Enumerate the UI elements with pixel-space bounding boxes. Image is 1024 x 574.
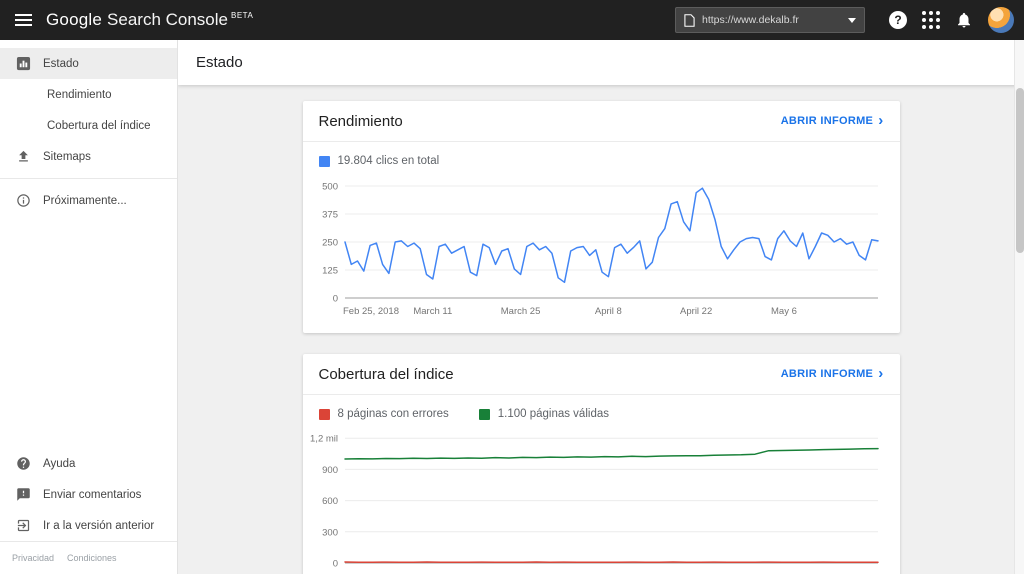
scrollbar[interactable] <box>1014 40 1024 574</box>
svg-text:March 11: March 11 <box>413 306 452 317</box>
svg-text:Feb 25, 2018: Feb 25, 2018 <box>343 306 399 317</box>
property-page-icon <box>684 14 695 27</box>
svg-text:1,2 mil: 1,2 mil <box>310 434 338 445</box>
info-icon <box>15 192 32 209</box>
help-button[interactable]: ? <box>889 11 907 29</box>
privacy-link[interactable]: Privacidad <box>12 553 54 563</box>
exit-to-app-icon <box>15 517 32 534</box>
top-app-bar: Google Search Console BETA https://www.d… <box>0 0 1024 40</box>
page-header: Estado <box>178 40 1024 85</box>
card-title: Rendimiento <box>319 113 403 130</box>
sidebar-item-version-anterior[interactable]: Ir a la versión anterior <box>0 510 177 541</box>
sidebar-item-label: Cobertura del índice <box>47 120 151 132</box>
property-selector[interactable]: https://www.dekalb.fr <box>675 7 865 33</box>
scrollbar-thumb[interactable] <box>1016 88 1024 253</box>
chevron-down-icon <box>848 18 856 23</box>
svg-text:0: 0 <box>332 294 337 305</box>
coverage-legend: 8 páginas con errores 1.100 páginas váli… <box>303 395 900 423</box>
product-name: Search Console <box>107 10 228 30</box>
performance-legend: 19.804 clics en total <box>303 142 900 170</box>
user-avatar[interactable] <box>988 7 1014 33</box>
legend-swatch-blue <box>319 156 330 167</box>
sidebar-divider <box>0 178 177 179</box>
sidebar-item-label: Ir a la versión anterior <box>43 520 154 532</box>
hamburger-menu-button[interactable] <box>0 0 46 40</box>
feedback-icon <box>15 486 32 503</box>
sidebar-item-sitemaps[interactable]: Sitemaps <box>0 141 177 172</box>
sidebar-footer: Privacidad Condiciones <box>0 541 177 574</box>
sidebar-item-label: Sitemaps <box>43 151 91 163</box>
sidebar-item-proximamente[interactable]: Próximamente... <box>0 185 177 216</box>
index-coverage-card: Cobertura del índice ABRIR INFORME › 8 p… <box>303 354 900 574</box>
svg-text:500: 500 <box>322 182 338 193</box>
legend-swatch-green <box>479 409 490 420</box>
legend-item-clicks: 19.804 clics en total <box>319 155 440 167</box>
hamburger-icon <box>15 14 32 16</box>
performance-chart[interactable]: 0 125 250 375 500 Feb 25, 2018 March 11 March 2… <box>309 174 894 326</box>
sidebar-item-label: Próximamente... <box>43 195 127 207</box>
sidebar: Estado Rendimiento Cobertura del índice … <box>0 40 178 574</box>
chevron-right-icon: › <box>878 369 883 379</box>
notifications-button[interactable] <box>955 11 973 29</box>
apps-grid-button[interactable] <box>922 11 940 29</box>
coverage-chart[interactable]: 0 300 600 900 1,2 mil <box>309 427 894 574</box>
main-area: Estado Rendimiento ABRIR INFORME › 19.80… <box>178 40 1024 574</box>
svg-text:0: 0 <box>332 559 337 570</box>
sidebar-item-label: Ayuda <box>43 458 75 470</box>
open-report-link-performance[interactable]: ABRIR INFORME › <box>781 115 884 127</box>
sidebar-item-estado[interactable]: Estado <box>0 48 177 79</box>
svg-text:375: 375 <box>322 210 338 221</box>
help-icon: ? <box>894 13 901 27</box>
topbar-actions: ? <box>889 7 1014 33</box>
performance-card: Rendimiento ABRIR INFORME › 19.804 clics… <box>303 101 900 333</box>
svg-text:600: 600 <box>322 496 338 507</box>
upload-icon <box>15 148 32 165</box>
legend-swatch-red <box>319 409 330 420</box>
svg-text:April 8: April 8 <box>594 306 621 317</box>
svg-text:April 22: April 22 <box>680 306 712 317</box>
overview-icon <box>15 55 32 72</box>
card-title: Cobertura del índice <box>319 366 454 383</box>
legend-item-valid: 1.100 páginas válidas <box>479 408 609 420</box>
sidebar-item-enviar-comentarios[interactable]: Enviar comentarios <box>0 479 177 510</box>
app-logo: Google Search Console BETA <box>46 10 253 30</box>
svg-text:May 6: May 6 <box>771 306 797 317</box>
beta-badge: BETA <box>231 11 253 20</box>
sidebar-item-label: Rendimiento <box>47 89 112 101</box>
legend-item-errors: 8 páginas con errores <box>319 408 449 420</box>
sidebar-item-ayuda[interactable]: Ayuda <box>0 448 177 479</box>
google-logo-text: Google <box>46 10 102 30</box>
sidebar-item-cobertura-indice[interactable]: Cobertura del índice <box>0 110 177 141</box>
bell-icon <box>955 11 973 29</box>
svg-text:300: 300 <box>322 527 338 538</box>
page-title: Estado <box>196 54 243 71</box>
help-circle-icon <box>15 455 32 472</box>
content-area: Rendimiento ABRIR INFORME › 19.804 clics… <box>178 85 1024 574</box>
open-report-link-coverage[interactable]: ABRIR INFORME › <box>781 368 884 380</box>
terms-link[interactable]: Condiciones <box>67 553 117 563</box>
svg-text:March 25: March 25 <box>500 306 540 317</box>
sidebar-item-label: Enviar comentarios <box>43 489 141 501</box>
svg-text:125: 125 <box>322 266 338 277</box>
chevron-right-icon: › <box>878 116 883 126</box>
sidebar-item-rendimiento[interactable]: Rendimiento <box>0 79 177 110</box>
svg-text:900: 900 <box>322 465 338 476</box>
svg-text:250: 250 <box>322 238 338 249</box>
apps-grid-icon <box>922 11 926 15</box>
sidebar-item-label: Estado <box>43 58 79 70</box>
property-url: https://www.dekalb.fr <box>702 14 841 26</box>
